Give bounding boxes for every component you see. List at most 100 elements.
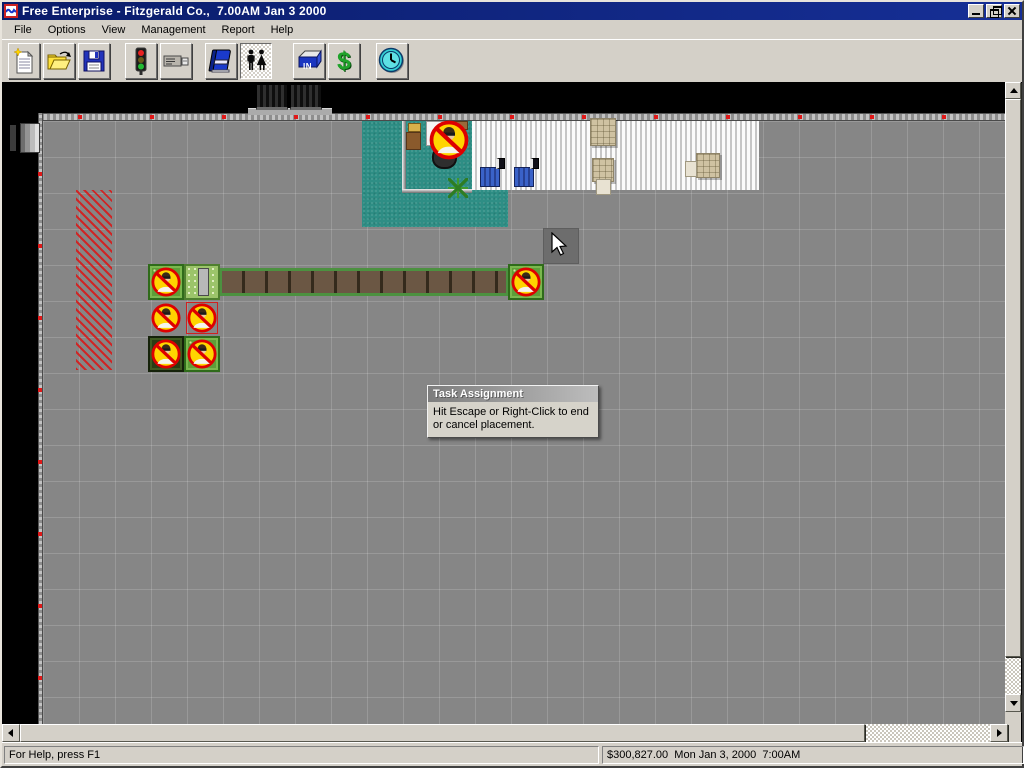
status-bar: For Help, press F1 $300,827.00 Mon Jan 3… [2,742,1024,766]
truck-trailer [256,84,288,110]
personnel-button[interactable] [240,43,272,79]
wall-marker-dot [38,388,42,392]
no-worker-icon [151,339,181,369]
factory-map[interactable]: Task Assignment Hit Escape or Right-Clic… [2,82,1022,742]
save-file-button[interactable] [78,43,110,79]
wall-marker-dot [654,115,658,119]
wall-marker-dot [38,604,42,608]
wall-top [38,113,1008,121]
wall-marker-dot [222,115,226,119]
menu-item-options[interactable]: Options [40,22,94,38]
menu-item-management[interactable]: Management [133,22,213,38]
menu-bar: File Options View Management Report Help [2,20,1022,39]
wall-marker-dot [38,532,42,536]
wall-left [38,113,43,724]
wall-marker-dot [294,115,298,119]
clock-icon [378,47,404,73]
status-money-date: $300,827.00 Mon Jan 3, 2000 7:00AM [602,746,1024,764]
people-icon [247,49,267,70]
traffic-light-icon [135,47,147,75]
machine[interactable] [148,336,184,372]
no-worker-icon [151,267,181,297]
machine[interactable] [184,264,220,300]
wall-marker-dot [798,115,802,119]
chip [530,158,539,169]
desk-folder [408,123,421,132]
machine[interactable] [508,264,544,300]
no-worker-icon [511,267,541,297]
restricted-zone-hatch [76,190,112,370]
wall-marker-dot [38,316,42,320]
finance-button[interactable]: $ [328,43,360,79]
open-folder-icon [47,51,71,70]
machine[interactable] [148,264,184,300]
lightbox [596,179,611,195]
down-arrow-icon [1010,701,1018,706]
no-worker-icon [187,303,217,333]
wall-marker-dot [38,676,42,680]
toolbar: IN $ [2,39,1022,82]
close-button[interactable] [1004,4,1020,18]
pallet [696,153,720,178]
chip [496,158,505,169]
machine[interactable] [184,336,220,372]
side-dock [20,123,40,153]
restore-button[interactable] [986,4,1002,18]
truck-trailer [290,84,322,110]
scroll-up-button[interactable] [1005,82,1021,99]
wall-marker-dot [726,115,730,119]
vertical-scrollbar[interactable] [1005,82,1021,742]
app-window: Free Enterprise - Fitzgerald Co., 7.00AM… [0,0,1024,768]
new-file-button[interactable] [8,43,40,79]
bluebox [514,167,534,187]
menu-item-report[interactable]: Report [214,22,263,38]
conveyor[interactable] [220,268,508,296]
desk-cabinet [406,132,421,150]
wall-marker-dot [38,244,42,248]
wall-marker-dot [438,115,442,119]
dollar-icon: $ [337,46,351,75]
app-icon [4,4,18,18]
clock-button[interactable] [376,43,408,79]
mouse-cursor [551,232,568,256]
no-worker-marker[interactable] [150,302,182,334]
side-dock-shadow [10,125,16,151]
in-tray-label: IN [303,62,312,71]
status-help-text: For Help, press F1 [4,746,599,764]
scroll-left-button[interactable] [2,724,20,742]
scroll-right-button[interactable] [990,724,1008,742]
horizontal-scrollbar[interactable] [2,724,1008,742]
open-file-button[interactable] [43,43,75,79]
wall-marker-dot [38,460,42,464]
vertical-scroll-thumb[interactable] [1005,99,1021,657]
wall-marker-dot [870,115,874,119]
office-plant [448,178,468,198]
traffic-light-button[interactable] [125,43,157,79]
menu-item-help[interactable]: Help [263,22,302,38]
save-icon [83,50,105,72]
wall-marker-dot [366,115,370,119]
left-arrow-icon [8,729,13,737]
bluebox [480,167,500,187]
tooltip-title: Task Assignment [428,386,598,402]
game-client-area: Task Assignment Hit Escape or Right-Clic… [2,82,1022,742]
up-arrow-icon [1010,88,1018,93]
card-reader-button[interactable] [160,43,192,79]
window-title: Free Enterprise - Fitzgerald Co., 7.00AM… [22,4,327,18]
wall-marker-dot [942,115,946,119]
wall-marker-dot [38,172,42,176]
in-tray-button[interactable]: IN [293,43,325,79]
title-bar: Free Enterprise - Fitzgerald Co., 7.00AM… [2,2,1022,20]
pallet [590,118,616,146]
menu-item-file[interactable]: File [6,22,40,38]
horizontal-scroll-thumb[interactable] [20,724,865,742]
tooltip-body: Hit Escape or Right-Click to end or canc… [433,406,589,431]
no-worker-marker[interactable] [428,119,470,161]
phone-book-button[interactable] [205,43,237,79]
scroll-down-button[interactable] [1005,694,1021,712]
wall-marker-dot [78,115,82,119]
minimize-button[interactable] [968,4,984,18]
no-worker-marker[interactable] [186,302,218,334]
menu-item-view[interactable]: View [94,22,134,38]
lightbox [685,161,697,177]
